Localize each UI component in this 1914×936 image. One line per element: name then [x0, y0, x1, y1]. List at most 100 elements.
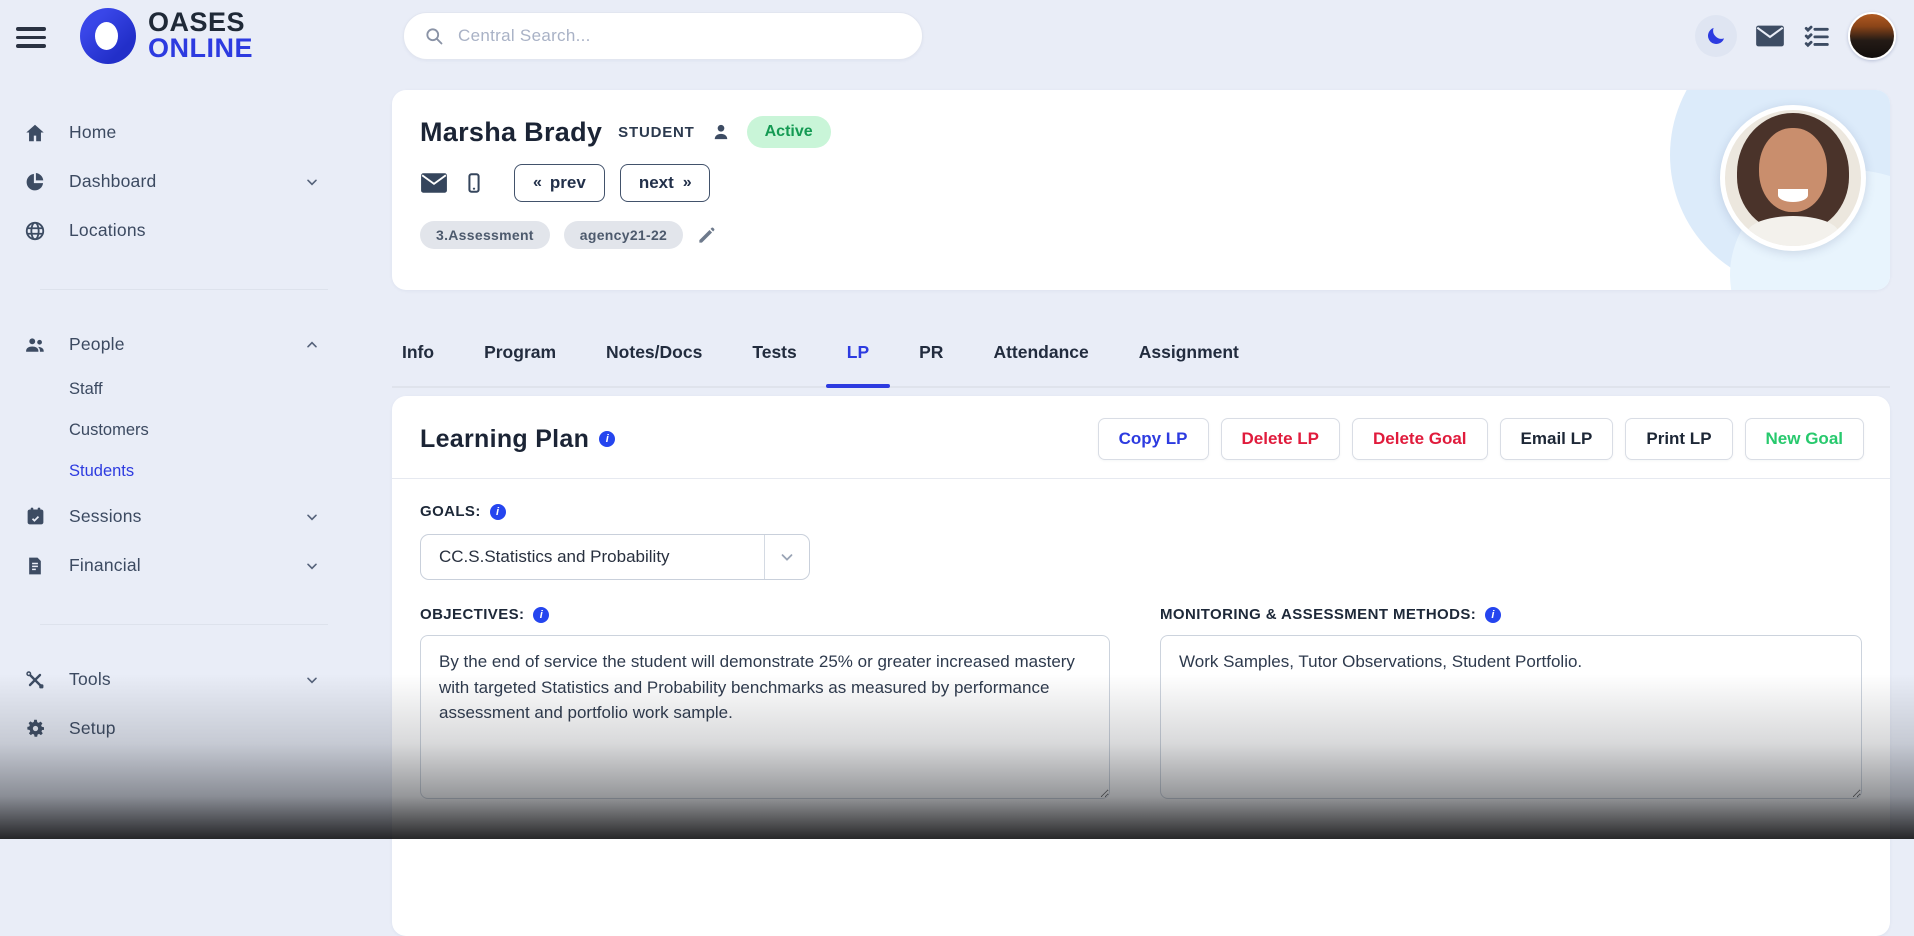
sidebar-item-label: Dashboard: [69, 171, 157, 191]
tab-lp[interactable]: LP: [847, 318, 869, 386]
people-icon: [22, 334, 48, 356]
sidebar-divider: [40, 624, 328, 625]
info-icon[interactable]: [1485, 606, 1502, 623]
info-icon[interactable]: [489, 503, 506, 520]
next-student-button[interactable]: next »: [619, 164, 710, 202]
goal-select[interactable]: CC.S.Statistics and Probability: [420, 534, 810, 580]
moon-icon: [1705, 25, 1727, 47]
menu-toggle-button[interactable]: [14, 20, 52, 55]
info-icon[interactable]: [533, 606, 550, 623]
pie-chart-icon: [22, 171, 48, 193]
chevron-down-icon: [304, 558, 320, 574]
envelope-icon: [1755, 24, 1785, 48]
app-logo: OASES ONLINE: [80, 8, 253, 64]
sidebar-item-label: Home: [69, 122, 117, 142]
tab-tests[interactable]: Tests: [752, 318, 796, 386]
search-input[interactable]: [456, 25, 902, 47]
sidebar-item-label: Students: [69, 462, 135, 480]
email-lp-button[interactable]: Email LP: [1499, 418, 1614, 460]
copy-lp-button[interactable]: Copy LP: [1097, 418, 1209, 460]
app-logo-text: OASES ONLINE: [148, 9, 254, 63]
status-badge: Active: [746, 116, 831, 148]
tab-program[interactable]: Program: [484, 318, 556, 386]
student-tabs: Info Program Notes/Docs Tests LP PR Atte…: [392, 318, 1890, 388]
learning-plan-card: Learning Plan Copy LP Delete LP Delete G…: [392, 396, 1890, 936]
student-photo: [1720, 105, 1866, 251]
objectives-textarea[interactable]: By the end of service the student will d…: [420, 635, 1110, 799]
sidebar-item-students[interactable]: Students: [0, 451, 340, 492]
chevron-down-icon: [764, 535, 809, 579]
monitoring-textarea[interactable]: Work Samples, Tutor Observations, Studen…: [1160, 635, 1862, 799]
print-lp-button[interactable]: Print LP: [1625, 418, 1733, 460]
student-header-card: Marsha Brady STUDENT Active « prev next …: [392, 90, 1890, 290]
logo-line2: ONLINE: [148, 33, 254, 63]
sidebar-item-label: Customers: [69, 421, 149, 439]
info-icon[interactable]: [599, 431, 616, 447]
sidebar-item-label: Financial: [69, 555, 141, 575]
dark-mode-button[interactable]: [1695, 15, 1737, 57]
topbar: OASES ONLINE: [0, 0, 1914, 72]
chevrons-left-icon: «: [533, 174, 542, 191]
goals-label: GOALS:: [420, 503, 481, 520]
tab-notes-docs[interactable]: Notes/Docs: [606, 318, 702, 386]
delete-goal-button[interactable]: Delete Goal: [1352, 418, 1488, 460]
next-button-label: next: [638, 173, 674, 192]
student-role-label: STUDENT: [618, 123, 695, 141]
learning-plan-title: Learning Plan: [420, 424, 590, 453]
globe-icon: [22, 220, 48, 242]
sidebar-item-label: Locations: [69, 220, 146, 240]
student-tag: agency21-22: [563, 221, 684, 249]
messages-button[interactable]: [1755, 24, 1785, 48]
calendar-check-icon: [22, 506, 48, 527]
sidebar-item-label: Setup: [69, 718, 116, 738]
chevron-down-icon: [304, 509, 320, 525]
sidebar-item-label: People: [69, 334, 125, 354]
topbar-actions: [1695, 0, 1896, 72]
sidebar: Home Dashboard Locations People Staff Cu…: [0, 72, 340, 839]
chevrons-right-icon: »: [682, 174, 692, 191]
search-icon: [424, 26, 444, 46]
sidebar-item-people[interactable]: People: [0, 320, 340, 369]
tab-pr[interactable]: PR: [919, 318, 943, 386]
home-icon: [22, 122, 48, 144]
monitoring-label: MONITORING & ASSESSMENT METHODS:: [1160, 606, 1477, 623]
phone-icon[interactable]: [463, 171, 485, 195]
new-goal-button[interactable]: New Goal: [1744, 418, 1864, 460]
sidebar-divider: [40, 289, 328, 290]
user-avatar[interactable]: [1848, 12, 1896, 60]
chevron-down-icon: [304, 672, 320, 688]
student-name: Marsha Brady: [420, 116, 603, 147]
sidebar-item-home[interactable]: Home: [0, 108, 340, 157]
sidebar-item-financial[interactable]: Financial: [0, 541, 340, 590]
objectives-label: OBJECTIVES:: [420, 606, 525, 623]
chevron-up-icon: [304, 337, 320, 353]
tab-attendance[interactable]: Attendance: [993, 318, 1088, 386]
sidebar-item-label: Staff: [69, 380, 103, 398]
prev-student-button[interactable]: « prev: [514, 164, 605, 202]
sidebar-item-customers[interactable]: Customers: [0, 410, 340, 451]
checklist-icon: [1803, 23, 1830, 49]
central-search[interactable]: [403, 12, 923, 60]
tasks-button[interactable]: [1803, 23, 1830, 49]
tab-info[interactable]: Info: [402, 318, 434, 386]
delete-lp-button[interactable]: Delete LP: [1220, 418, 1340, 460]
goal-select-value: CC.S.Statistics and Probability: [439, 547, 670, 566]
sidebar-item-setup[interactable]: Setup: [0, 704, 340, 753]
sidebar-item-locations[interactable]: Locations: [0, 206, 340, 255]
sidebar-item-tools[interactable]: Tools: [0, 655, 340, 704]
sidebar-item-dashboard[interactable]: Dashboard: [0, 157, 340, 206]
prev-button-label: prev: [549, 173, 586, 192]
chevron-down-icon: [304, 174, 320, 190]
person-icon: [711, 122, 731, 142]
learning-plan-actions: Copy LP Delete LP Delete Goal Email LP P…: [1097, 418, 1864, 460]
gear-icon: [22, 718, 48, 739]
sidebar-item-staff[interactable]: Staff: [0, 369, 340, 410]
sidebar-item-label: Sessions: [69, 506, 142, 526]
email-student-button[interactable]: [420, 172, 448, 194]
tools-icon: [22, 669, 48, 691]
document-icon: [22, 555, 48, 577]
sidebar-item-sessions[interactable]: Sessions: [0, 492, 340, 541]
tab-assignment[interactable]: Assignment: [1139, 318, 1239, 386]
oases-logo-icon: [80, 8, 136, 64]
edit-tags-button[interactable]: [697, 226, 716, 245]
